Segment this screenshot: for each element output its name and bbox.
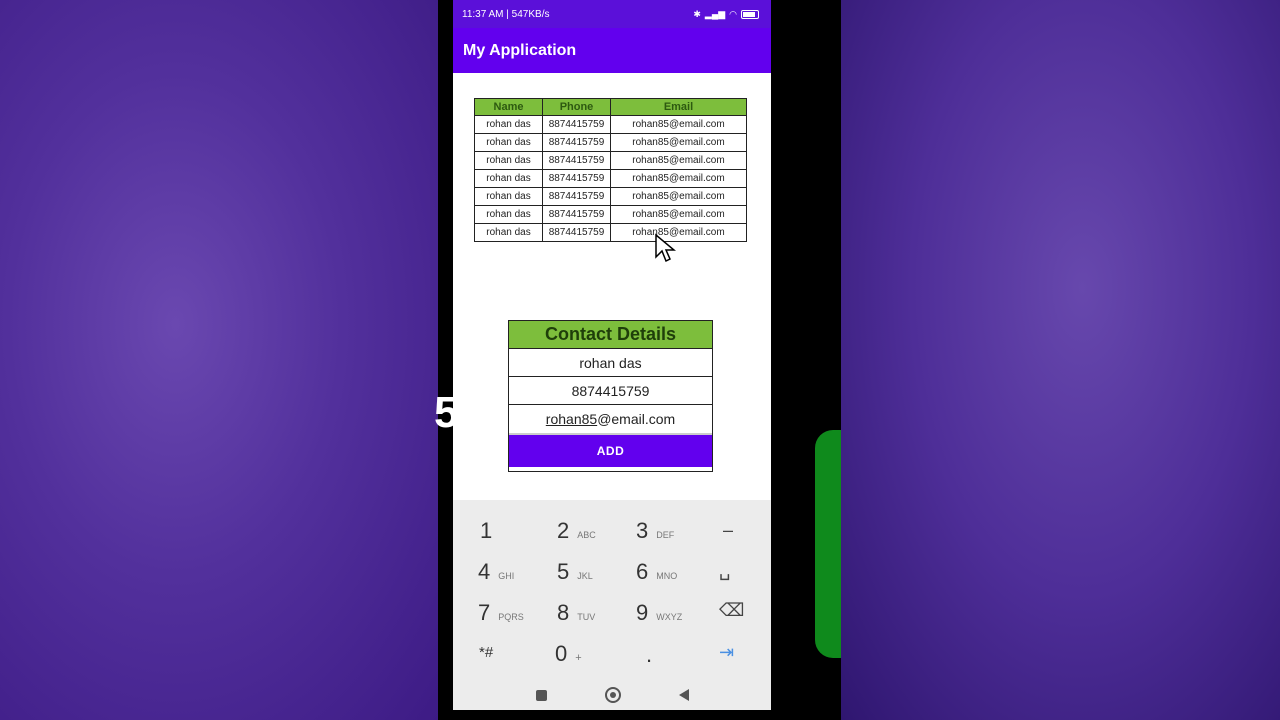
cell-name: rohan das (474, 133, 543, 152)
table-row: rohan das 8874415759 rohan85@email.com (474, 133, 747, 152)
status-icons: ✱ ▂▄▆ ◠ (693, 9, 759, 20)
table-row: rohan das 8874415759 rohan85@email.com (474, 205, 747, 224)
key-dot[interactable]: . (646, 642, 652, 668)
key-9[interactable]: 9 WXYZ (636, 600, 682, 626)
cell-email: rohan85@email.com (610, 169, 747, 188)
table-row: rohan das 8874415759 rohan85@email.com (474, 115, 747, 134)
key-minus[interactable]: – (723, 520, 733, 541)
cell-name: rohan das (474, 151, 543, 170)
app-title: My Application (463, 41, 577, 59)
email-input[interactable]: rohan85 @email.com (509, 405, 712, 435)
form-title: Contact Details (509, 321, 712, 349)
contacts-table: Name Phone Email rohan das 8874415759 ro… (474, 98, 747, 242)
name-input[interactable]: rohan das (509, 349, 712, 377)
green-side-tab (815, 430, 841, 658)
cell-phone: 8874415759 (542, 133, 611, 152)
key-7[interactable]: 7 PQRS (478, 600, 524, 626)
app-bar: My Application (453, 28, 771, 73)
contact-form: Contact Details rohan das 8874415759 roh… (508, 320, 713, 472)
key-5[interactable]: 5 JKL (557, 559, 593, 585)
phone-input-value: 8874415759 (571, 382, 650, 399)
cell-email: rohan85@email.com (610, 205, 747, 224)
cell-phone: 8874415759 (542, 151, 611, 170)
header-phone: Phone (542, 98, 611, 116)
background-left-blur (0, 0, 438, 720)
backspace-icon[interactable]: ⌫ (719, 600, 744, 621)
mouse-cursor-icon (655, 233, 676, 263)
cell-phone: 8874415759 (542, 169, 611, 188)
table-row: rohan das 8874415759 rohan85@email.com (474, 187, 747, 206)
key-4[interactable]: 4 GHI (478, 559, 514, 585)
email-input-user: rohan85 (545, 411, 598, 427)
next-tab-icon[interactable]: ⇥ (719, 642, 734, 663)
battery-icon (741, 9, 759, 19)
cell-phone: 8874415759 (542, 205, 611, 224)
cell-email: rohan85@email.com (610, 115, 747, 134)
wifi-icon: ◠ (729, 8, 737, 19)
cell-email: rohan85@email.com (610, 133, 747, 152)
cell-email: rohan85@email.com (610, 187, 747, 206)
key-1[interactable]: 1 (480, 518, 500, 544)
phone-input[interactable]: 8874415759 (509, 377, 712, 405)
cell-email: rohan85@email.com (610, 151, 747, 170)
cell-phone: 8874415759 (542, 187, 611, 206)
key-0[interactable]: 0 + (555, 641, 582, 667)
key-3[interactable]: 3 DEF (636, 518, 674, 544)
numeric-keypad: 1 2 ABC 3 DEF – 4 GHI 5 JKL 6 MNO ␣ 7 PQRS 8 TU… (453, 500, 771, 680)
cell-name: rohan das (474, 187, 543, 206)
cell-name: rohan das (474, 205, 543, 224)
form-bottom-edge (509, 467, 712, 471)
email-input-domain: @email.com (597, 411, 676, 427)
signal-icon: ▂▄▆ (704, 8, 726, 19)
cell-phone: 8874415759 (542, 115, 611, 134)
table-row: rohan das 8874415759 rohan85@email.com (474, 223, 747, 242)
home-icon[interactable] (604, 687, 621, 703)
add-button[interactable]: ADD (509, 435, 712, 467)
key-space[interactable]: ␣ (719, 560, 730, 581)
key-6[interactable]: 6 MNO (636, 559, 677, 585)
recents-icon[interactable] (535, 689, 547, 701)
cell-phone: 8874415759 (542, 223, 611, 242)
table-row: rohan das 8874415759 rohan85@email.com (474, 169, 747, 188)
cell-email: rohan85@email.com (610, 223, 747, 242)
table-header-row: Name Phone Email (474, 98, 747, 116)
header-email: Email (610, 98, 747, 116)
status-bar: 11:37 AM | 547KB/s ✱ ▂▄▆ ◠ (453, 0, 771, 28)
key-2[interactable]: 2 ABC (557, 518, 596, 544)
bluetooth-icon: ✱ (693, 8, 701, 19)
phone-screen: 11:37 AM | 547KB/s ✱ ▂▄▆ ◠ My Applicatio… (453, 0, 771, 710)
table-row: rohan das 8874415759 rohan85@email.com (474, 151, 747, 170)
header-name: Name (474, 98, 543, 116)
key-8[interactable]: 8 TUV (557, 600, 595, 626)
key-star-hash[interactable]: *# (479, 644, 493, 661)
back-icon[interactable] (678, 689, 689, 701)
navigation-bar (453, 680, 771, 710)
cell-name: rohan das (474, 223, 543, 242)
background-right-blur (841, 0, 1280, 720)
cell-name: rohan das (474, 169, 543, 188)
cell-name: rohan das (474, 115, 543, 134)
name-input-value: rohan das (579, 354, 642, 371)
status-time: 11:37 AM | 547KB/s (462, 8, 550, 20)
